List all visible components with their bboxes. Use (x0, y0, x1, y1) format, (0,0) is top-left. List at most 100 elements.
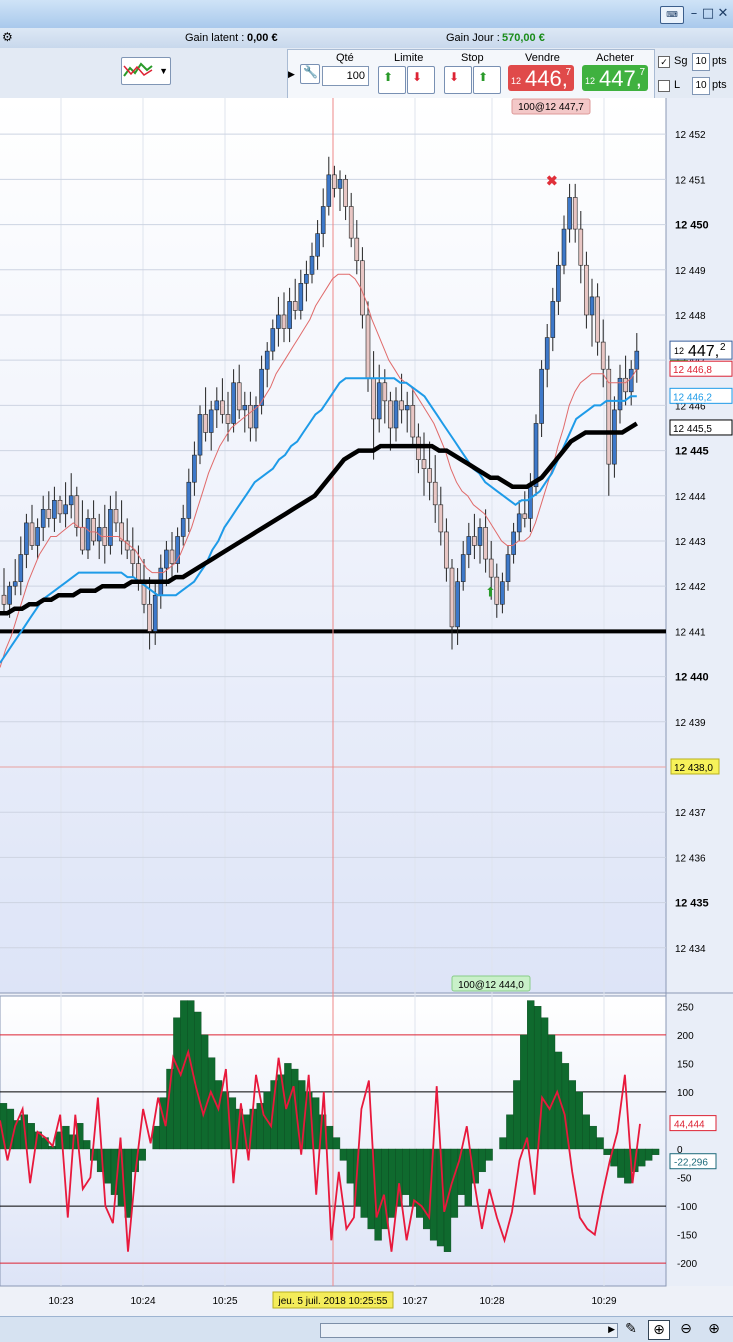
price-tick-label: 12 443 (675, 537, 706, 548)
candle-body (152, 594, 158, 632)
candle-body (186, 481, 192, 519)
osc-histogram-bar (138, 1148, 146, 1161)
candle-body (584, 264, 589, 316)
osc-histogram-bar (651, 1148, 660, 1155)
limit-buy-button[interactable]: ⬆ (378, 66, 406, 94)
scroll-right-icon[interactable]: ▶ (608, 1324, 615, 1335)
wrench-icon[interactable]: 🔧 (300, 64, 320, 84)
horizontal-scrollbar[interactable]: ▶ (320, 1323, 618, 1338)
candle-body (348, 206, 354, 239)
price-tick-label: 12 436 (675, 853, 706, 864)
stop-buy-button[interactable]: ⬆ (473, 66, 501, 94)
candle-body (595, 296, 600, 343)
osc-histogram-bar (173, 1017, 181, 1150)
stop-sell-button[interactable]: ⬇ (444, 66, 472, 94)
osc-histogram-bar (540, 1017, 549, 1150)
order-tag-bottom: 100@12 444,0 (458, 980, 524, 991)
candle-body (472, 536, 477, 546)
zoom-out-icon[interactable]: ⊖ (676, 1320, 696, 1338)
candle-body (488, 558, 494, 578)
candle-body (236, 382, 242, 411)
time-tick-label: 10:27 (402, 1296, 427, 1307)
osc-histogram-bar (638, 1148, 646, 1167)
chevron-down-icon: ▼ (159, 66, 168, 76)
osc-histogram-bar (499, 1137, 507, 1150)
sell-price-prefix: 12 (511, 76, 522, 86)
osc-value-label: 44,444 (674, 1120, 705, 1131)
candle-body (337, 179, 343, 189)
close-button[interactable]: ✕ (715, 6, 731, 22)
chart-style-dropdown[interactable]: ▼ (121, 57, 171, 85)
candle-body (1, 594, 7, 605)
buy-price-prefix: 12 (585, 76, 596, 86)
candle-body (500, 581, 505, 605)
sg-unit: pts (712, 55, 727, 67)
sg-checkbox[interactable]: ✓ (658, 56, 670, 68)
price-chart[interactable]: 10:2310:2410:2510:2610:2710:2810:2912 45… (0, 98, 733, 1316)
price-tick-label: 12 440 (675, 672, 709, 684)
candle-body (600, 341, 606, 370)
candle-body (292, 301, 298, 311)
candle-body (326, 174, 332, 207)
candle-body (231, 382, 236, 424)
candle-body (12, 581, 18, 587)
osc-histogram-bar (409, 1148, 417, 1207)
price-tick-label: 12 444 (675, 492, 706, 503)
day-gain-label: Gain Jour : (446, 32, 500, 44)
osc-histogram-bar (527, 1000, 535, 1150)
order-tag-top: 100@12 447,7 (518, 102, 584, 113)
candle-body (113, 509, 119, 524)
candle-body (460, 554, 466, 582)
buy-button[interactable]: 12 447, 7 (582, 65, 648, 91)
latent-gain-value: 0,00 € (247, 32, 278, 44)
candle-body (208, 409, 214, 433)
qty-label: Qté (336, 52, 354, 64)
osc-tick-label: 100 (677, 1088, 694, 1099)
keyboard-icon[interactable]: ⌨ (660, 6, 684, 24)
candle-body (85, 518, 91, 551)
osc-histogram-bar (506, 1114, 514, 1150)
last-price-prefix: 12 (674, 346, 684, 356)
qty-input[interactable]: 100 (322, 66, 369, 86)
osc-histogram-bar (644, 1148, 653, 1161)
osc-histogram-bar (478, 1148, 486, 1173)
chart-style-icon (123, 62, 153, 77)
candle-body (528, 486, 533, 519)
candle-body (220, 400, 225, 415)
gear-icon[interactable]: ⚙ (2, 30, 13, 44)
collapse-arrow-icon[interactable]: ▶ (288, 50, 296, 98)
candle-body (623, 377, 628, 393)
sell-price: 446, (525, 66, 568, 91)
sell-button[interactable]: 12 446, 7 (508, 65, 574, 91)
osc-histogram-bar (339, 1148, 348, 1161)
candle-body (40, 509, 46, 528)
candle-body (589, 296, 595, 316)
candle-body (483, 527, 488, 560)
zoom-in-icon[interactable]: ⊕ (704, 1320, 724, 1338)
draw-tool-icon[interactable]: ✎ (621, 1320, 641, 1338)
candle-body (567, 197, 572, 230)
candle-body (68, 495, 74, 506)
day-gain-value: 570,00 € (502, 32, 545, 44)
candle-body (388, 400, 393, 429)
osc-histogram-bar (6, 1108, 15, 1150)
chart-area[interactable]: 10:2310:2410:2510:2610:2710:2810:2912 45… (0, 98, 733, 1316)
candle-body (29, 522, 35, 546)
osc-histogram-bar (603, 1148, 611, 1155)
candle-body (270, 328, 276, 352)
restore-button[interactable]: □ (700, 6, 716, 22)
osc-histogram-bar (83, 1140, 91, 1150)
osc-histogram-bar (207, 1057, 216, 1150)
l-checkbox[interactable] (658, 80, 670, 92)
candle-body (612, 409, 617, 465)
osc-histogram-bar (513, 1080, 521, 1150)
zoom-auto-icon[interactable]: ⊕ (648, 1320, 670, 1340)
candle-body (343, 179, 348, 207)
sell-price-decimal: 7 (565, 67, 571, 78)
limit-sell-button[interactable]: ⬇ (407, 66, 435, 94)
l-points-input[interactable]: 10 (692, 77, 710, 95)
bottom-bar: ▶ ✎ ⊕ ⊖ ⊕ (0, 1316, 733, 1342)
osc-histogram-bar (617, 1148, 625, 1178)
candle-body (63, 504, 68, 515)
sg-points-input[interactable]: 10 (692, 53, 710, 71)
